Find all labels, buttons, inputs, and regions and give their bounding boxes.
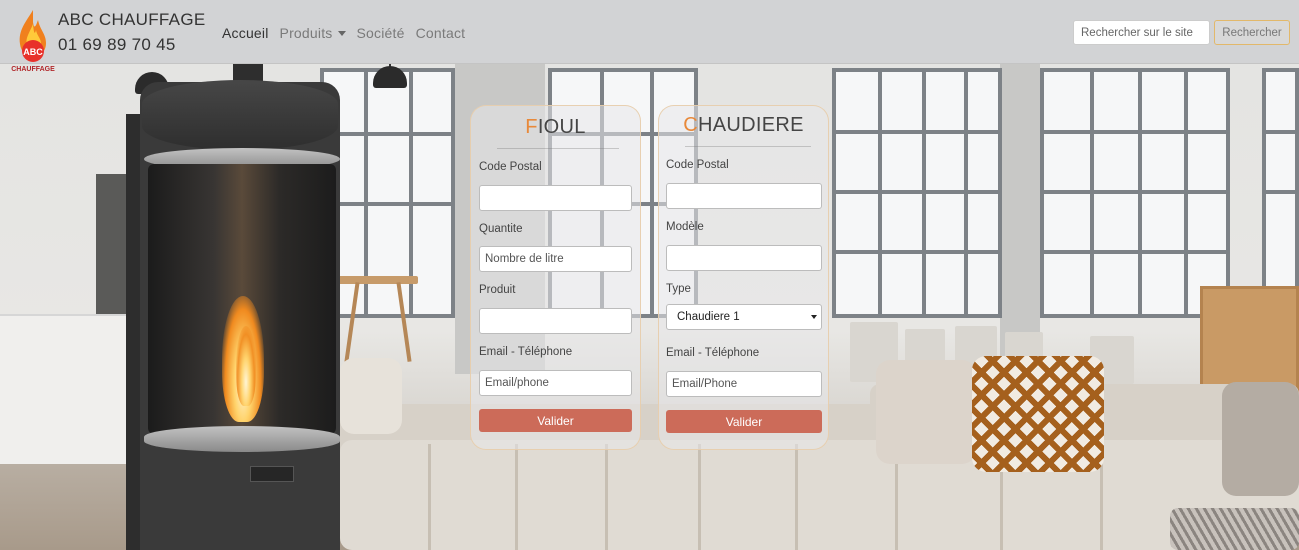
fioul-form: FIOUL Code Postal Quantite Produit Email… <box>470 105 641 450</box>
brand-phone[interactable]: 01 69 89 70 45 <box>58 35 176 55</box>
fire-flame <box>236 326 256 406</box>
chaudiere-submit-button[interactable]: Valider <box>666 410 822 433</box>
nav-link-produits[interactable]: Produits <box>280 25 346 41</box>
fioul-email-input[interactable] <box>479 370 632 396</box>
window <box>1262 68 1299 318</box>
chaudiere-type-label: Type <box>666 283 691 295</box>
chaudiere-type-selected: Chaudiere 1 <box>677 311 740 323</box>
wooden-shelf <box>1200 286 1299 396</box>
nav-link-societe[interactable]: Société <box>357 25 405 41</box>
site-search-button[interactable]: Rechercher <box>1214 20 1290 45</box>
sofa-seam <box>428 444 431 550</box>
logo-arc-text: CHAUFFAGE <box>11 66 55 73</box>
chaudiere-title-initial: C <box>683 114 698 136</box>
chaudiere-code-postal-input[interactable] <box>666 183 822 209</box>
stove-top <box>142 80 338 150</box>
stove-ring <box>144 426 340 452</box>
fioul-form-title: FIOUL <box>471 116 640 139</box>
fioul-quantite-label: Quantite <box>479 223 523 235</box>
sofa-seam <box>605 444 608 550</box>
pillow <box>340 358 402 434</box>
chaudiere-email-label: Email - Téléphone <box>666 347 760 359</box>
brand-name[interactable]: ABC CHAUFFAGE <box>58 10 205 30</box>
bar-stool <box>338 276 418 284</box>
chaudiere-email-input[interactable] <box>666 371 822 397</box>
chaudiere-type-select[interactable]: Chaudiere 1 <box>666 304 822 330</box>
chaudiere-modele-input[interactable] <box>666 245 822 271</box>
fioul-produit-input[interactable] <box>479 308 632 334</box>
sofa-seam <box>515 444 518 550</box>
patterned-pillow <box>972 356 1104 472</box>
pillow <box>1222 382 1299 496</box>
fioul-produit-label: Produit <box>479 284 516 296</box>
stove-vent <box>250 466 294 482</box>
logo-abc-text: ABC <box>23 47 43 57</box>
caret-down-icon <box>337 31 346 36</box>
chaudiere-code-postal-label: Code Postal <box>666 159 729 171</box>
fioul-code-postal-label: Code Postal <box>479 161 542 173</box>
sofa-seam <box>795 444 798 550</box>
navbar: ABC CHAUFFAGE ABC CHAUFFAGE 01 69 89 70 … <box>0 0 1299 73</box>
fioul-quantite-input[interactable] <box>479 246 632 272</box>
hero-background-photo <box>0 64 1299 550</box>
site-search-input[interactable] <box>1073 20 1210 45</box>
fioul-title-rest: IOUL <box>537 116 586 138</box>
nav-link-produits-label: Produits <box>279 25 333 41</box>
fioul-email-label: Email - Téléphone <box>479 346 573 358</box>
sofa-seam <box>698 444 701 550</box>
pillow <box>876 360 976 464</box>
knitted-throw <box>1170 508 1299 550</box>
select-arrow-icon <box>811 315 817 319</box>
fioul-title-initial: F <box>525 116 538 138</box>
window <box>1040 68 1230 318</box>
sofa-seam <box>1100 459 1103 550</box>
chaudiere-form-title: CHAUDIERE <box>659 114 828 137</box>
window <box>832 68 1002 318</box>
sofa-seam <box>895 459 898 550</box>
sofa-seam <box>1000 459 1003 550</box>
wall-column <box>1000 64 1040 374</box>
chaudiere-modele-label: Modèle <box>666 221 704 233</box>
fioul-submit-button[interactable]: Valider <box>479 409 632 432</box>
nav-link-accueil[interactable]: Accueil <box>222 25 269 41</box>
chaudiere-title-rest: HAUDIERE <box>698 114 804 136</box>
nav-link-contact[interactable]: Contact <box>416 25 466 41</box>
sofa-seat <box>340 440 1299 550</box>
divider <box>685 146 811 147</box>
main-nav: Accueil Produits Société Contact <box>222 25 476 41</box>
divider <box>497 148 619 149</box>
brand-logo[interactable]: ABC CHAUFFAGE <box>8 8 58 74</box>
fioul-code-postal-input[interactable] <box>479 185 632 211</box>
chaudiere-form: CHAUDIERE Code Postal Modèle Type Chaudi… <box>658 105 829 450</box>
